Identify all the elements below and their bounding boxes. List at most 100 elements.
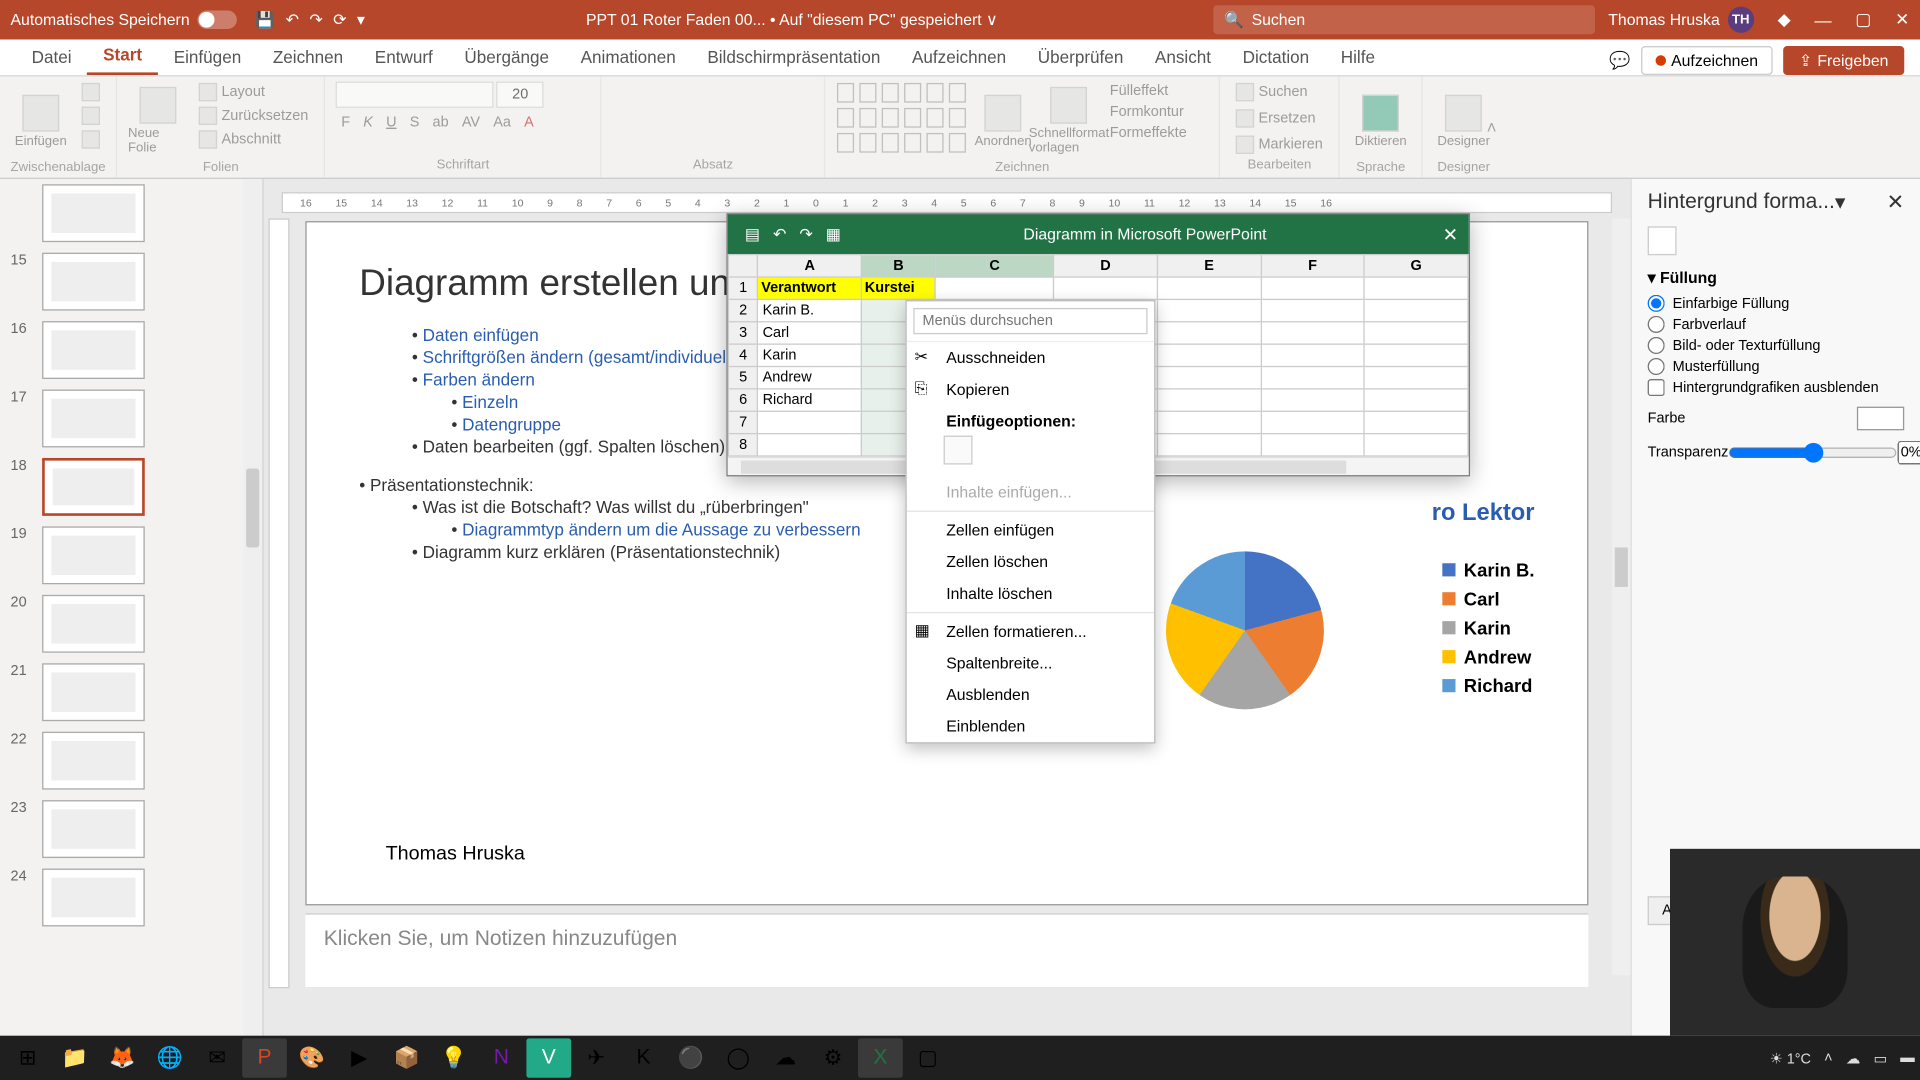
shapes-gallery[interactable] xyxy=(836,82,968,154)
battery-icon[interactable]: ▭ xyxy=(1873,1050,1887,1067)
quick-styles-button[interactable]: Schnellformat vorlagen xyxy=(1039,82,1100,161)
picture-fill-radio[interactable]: Bild- oder Texturfüllung xyxy=(1648,337,1905,354)
excel-close-icon[interactable]: ✕ xyxy=(1443,223,1458,245)
start-button[interactable]: ⊞ xyxy=(5,1038,50,1077)
app-icon-2[interactable]: 📦 xyxy=(384,1038,429,1077)
ctx-clear[interactable]: Inhalte löschen xyxy=(907,578,1154,610)
find-button[interactable]: Suchen xyxy=(1231,82,1313,103)
close-icon[interactable]: ✕ xyxy=(1895,9,1909,30)
weather[interactable]: ☀ 1°C xyxy=(1770,1050,1811,1067)
excel-grid-icon[interactable]: ▦ xyxy=(826,225,841,243)
comments-icon[interactable]: 💬 xyxy=(1609,50,1630,71)
app-icon-5[interactable]: K xyxy=(621,1038,666,1077)
menu-search[interactable] xyxy=(913,308,1147,334)
taskbar[interactable]: ⊞ 📁 🦊 🌐 ✉ P 🎨 ▶ 📦 💡 N V ✈ K ⚫ ◯ ☁ ⚙ X ▢ … xyxy=(0,1036,1920,1080)
explorer-icon[interactable]: 📁 xyxy=(53,1038,98,1077)
obs-icon[interactable]: ⚫ xyxy=(669,1038,714,1077)
font-size[interactable]: 20 xyxy=(497,82,544,108)
quick-access[interactable]: 💾↶↷⟳▾ xyxy=(250,11,370,29)
account[interactable]: Thomas Hruska TH xyxy=(1608,7,1754,33)
pane-menu-icon[interactable]: ▾ xyxy=(1835,190,1846,216)
transparency-input[interactable] xyxy=(1898,441,1920,465)
tab-draw[interactable]: Zeichnen xyxy=(257,39,359,75)
chart[interactable]: ro Lektor Karin B. Carl Karin Andrew Ric… xyxy=(1166,499,1534,762)
thumb-scrollbar[interactable] xyxy=(243,179,261,1054)
editor-scrollbar[interactable] xyxy=(1612,218,1630,975)
paste-option-icon[interactable] xyxy=(944,436,973,465)
excel-undo-icon[interactable]: ↶ xyxy=(773,225,786,243)
ctx-insert[interactable]: Zellen einfügen xyxy=(907,515,1154,547)
tab-design[interactable]: Entwurf xyxy=(359,39,449,75)
network-icon[interactable]: ▬ xyxy=(1900,1050,1914,1066)
app-icon-4[interactable]: V xyxy=(526,1038,571,1077)
redo-icon: ↷ xyxy=(309,11,322,29)
document-title[interactable]: PPT 01 Roter Faden 00... • Auf "diesem P… xyxy=(383,11,1200,29)
search-box[interactable]: 🔍Suchen xyxy=(1213,5,1595,34)
gradient-fill-radio[interactable]: Farbverlauf xyxy=(1648,316,1905,333)
hide-bg-check[interactable]: Hintergrundgrafiken ausblenden xyxy=(1648,379,1905,396)
tab-slideshow[interactable]: Bildschirmpräsentation xyxy=(692,39,897,75)
collapse-ribbon-icon[interactable]: ˄ xyxy=(1487,117,1497,137)
pane-close-icon[interactable]: ✕ xyxy=(1887,190,1905,216)
maximize-icon[interactable]: ▢ xyxy=(1855,9,1871,30)
excel-redo-icon[interactable]: ↷ xyxy=(799,225,812,243)
tray-chevron-icon[interactable]: ˄ xyxy=(1824,1050,1832,1066)
app-icon-3[interactable]: 💡 xyxy=(432,1038,477,1077)
excel-menu-icon[interactable]: ▤ xyxy=(745,225,760,243)
tab-record[interactable]: Aufzeichnen xyxy=(896,39,1022,75)
notes-pane[interactable]: Klicken Sie, um Notizen hinzuzufügen xyxy=(305,913,1588,987)
outlook-icon[interactable]: ✉ xyxy=(195,1038,240,1077)
app-icon-8[interactable]: ▢ xyxy=(905,1038,950,1077)
onedrive-icon[interactable]: ☁ xyxy=(1846,1050,1860,1067)
powerpoint-icon[interactable]: P xyxy=(242,1038,287,1077)
tab-animations[interactable]: Animationen xyxy=(565,39,692,75)
reset-button[interactable]: Zurücksetzen xyxy=(194,105,314,126)
app-icon[interactable]: 🎨 xyxy=(290,1038,335,1077)
tab-transitions[interactable]: Übergänge xyxy=(449,39,565,75)
app-icon-6[interactable]: ◯ xyxy=(716,1038,761,1077)
app-icon-7[interactable]: ☁ xyxy=(763,1038,808,1077)
arrange-button[interactable]: Anordnen xyxy=(973,82,1034,161)
new-slide-button[interactable]: Neue Folie xyxy=(128,82,189,161)
record-button[interactable]: Aufzeichnen xyxy=(1641,46,1773,75)
paste-button[interactable]: Einfügen xyxy=(11,82,72,161)
ctx-delete[interactable]: Zellen löschen xyxy=(907,546,1154,578)
onenote-icon[interactable]: N xyxy=(479,1038,524,1077)
layout-button[interactable]: Layout xyxy=(194,82,314,103)
solid-fill-radio[interactable]: Einfarbige Füllung xyxy=(1648,295,1905,312)
share-button[interactable]: ⇪Freigeben xyxy=(1783,46,1904,75)
tab-dictation[interactable]: Dictation xyxy=(1227,39,1325,75)
font-select[interactable] xyxy=(336,82,494,108)
chrome-icon[interactable]: 🌐 xyxy=(147,1038,192,1077)
designer-button[interactable]: Designer xyxy=(1433,82,1494,161)
section-button[interactable]: Abschnitt xyxy=(194,129,314,150)
telegram-icon[interactable]: ✈ xyxy=(574,1038,619,1077)
tab-file[interactable]: Datei xyxy=(16,39,88,75)
color-picker[interactable] xyxy=(1857,407,1904,431)
replace-button[interactable]: Ersetzen xyxy=(1231,108,1321,129)
ctx-format[interactable]: ▦Zellen formatieren... xyxy=(907,616,1154,648)
tab-insert[interactable]: Einfügen xyxy=(158,39,257,75)
ctx-copy[interactable]: ⎘Kopieren xyxy=(907,374,1154,406)
firefox-icon[interactable]: 🦊 xyxy=(100,1038,145,1077)
tab-help[interactable]: Hilfe xyxy=(1325,39,1391,75)
vlc-icon[interactable]: ▶ xyxy=(337,1038,382,1077)
minimize-icon[interactable]: — xyxy=(1814,10,1831,30)
slide-thumbnails[interactable]: 15 16 17 18 19 20 21 22 23 24 xyxy=(0,179,263,1054)
ctx-hide[interactable]: Ausblenden xyxy=(907,679,1154,711)
ctx-colwidth[interactable]: Spaltenbreite... xyxy=(907,647,1154,679)
excel-icon[interactable]: X xyxy=(858,1038,903,1077)
dictate-button[interactable]: Diktieren xyxy=(1350,82,1411,161)
transparency-slider[interactable] xyxy=(1728,442,1898,463)
ribbon-mode-icon[interactable]: ◆ xyxy=(1778,9,1791,30)
autosave-toggle[interactable]: Automatisches Speichern xyxy=(11,11,237,29)
ctx-cut[interactable]: ✂Ausschneiden xyxy=(907,342,1154,374)
tab-review[interactable]: Überprüfen xyxy=(1022,39,1139,75)
select-button[interactable]: Markieren xyxy=(1231,134,1328,155)
tab-home[interactable]: Start xyxy=(87,37,158,75)
fill-tab-icon[interactable] xyxy=(1648,226,1677,255)
tab-view[interactable]: Ansicht xyxy=(1139,39,1227,75)
ctx-unhide[interactable]: Einblenden xyxy=(907,711,1154,743)
settings-icon[interactable]: ⚙ xyxy=(811,1038,856,1077)
pattern-fill-radio[interactable]: Musterfüllung xyxy=(1648,358,1905,375)
